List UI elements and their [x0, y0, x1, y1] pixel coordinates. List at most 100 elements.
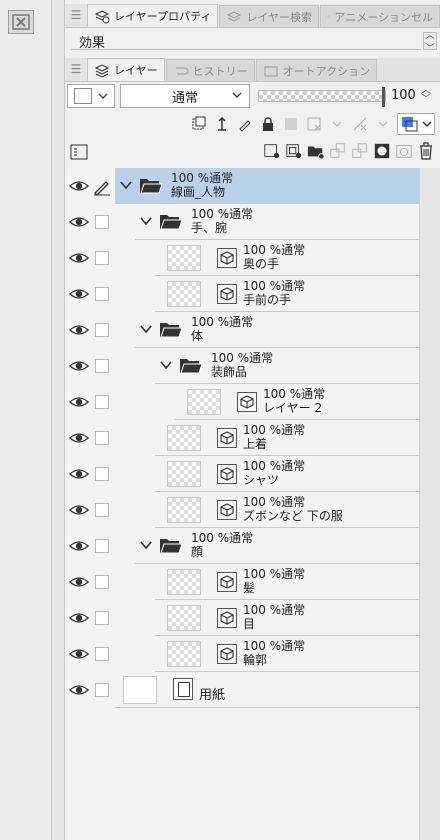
edit-target-checkbox[interactable]: [95, 323, 109, 337]
layer-content[interactable]: 100 %通常 輪郭: [155, 636, 419, 672]
opacity-spinner[interactable]: ︿ ﹀: [421, 86, 431, 105]
new-folder-icon[interactable]: [307, 142, 325, 160]
eye-icon[interactable]: [69, 645, 89, 663]
lock-transparent-icon[interactable]: [282, 115, 300, 133]
effect-row[interactable]: 効果 ︿ ﹀: [65, 30, 440, 54]
new-vector-layer-icon[interactable]: [285, 142, 303, 160]
tab-layer-property[interactable]: レイヤープロパティ: [87, 4, 219, 27]
panel-menu-icon[interactable]: ☰: [65, 57, 87, 81]
tab-animation-cel[interactable]: アニメーションセル: [320, 5, 440, 27]
layer-content[interactable]: 100 %通常 上着: [155, 420, 419, 456]
edit-target-checkbox[interactable]: [95, 287, 109, 301]
merge-below-icon[interactable]: [351, 142, 369, 160]
edit-target-checkbox[interactable]: [95, 539, 109, 553]
layer-content[interactable]: 100 %通常 線画_人物: [115, 168, 419, 204]
chevron-down-icon[interactable]: [374, 115, 392, 133]
chevron-down-icon[interactable]: [328, 115, 346, 133]
clip-below-icon[interactable]: [190, 115, 208, 133]
chevron-expand-icon[interactable]: ︿ ﹀: [423, 31, 437, 54]
eye-icon[interactable]: [69, 501, 89, 519]
draft-layer-icon[interactable]: [236, 115, 254, 133]
tab-layer-search[interactable]: レイヤー検索: [219, 5, 319, 27]
new-raster-layer-icon[interactable]: [263, 142, 281, 160]
eye-icon[interactable]: [69, 177, 89, 195]
ruler-range-icon[interactable]: [351, 115, 369, 133]
edit-target-checkbox[interactable]: [95, 215, 109, 229]
edit-target-checkbox[interactable]: [95, 575, 109, 589]
edit-target-checkbox[interactable]: [95, 359, 109, 373]
layer-row[interactable]: 100 %通常髪: [65, 564, 419, 600]
close-icon[interactable]: [8, 10, 34, 34]
layer-content[interactable]: 100 %通常 装飾品: [155, 348, 419, 384]
layer-content[interactable]: 100 %通常体: [135, 312, 419, 348]
chevron-down-icon[interactable]: [119, 178, 133, 192]
layer-row[interactable]: 100 %通常体: [65, 312, 419, 348]
layer-content[interactable]: 100 %通常 手前の手: [155, 276, 419, 312]
eye-icon[interactable]: [69, 321, 89, 339]
chevron-down-icon[interactable]: [139, 322, 153, 336]
layer-row[interactable]: 100 %通常 シャツ: [65, 456, 419, 492]
layer-content[interactable]: 100 %通常目: [155, 600, 419, 636]
layer-row[interactable]: 100 %通常 上着: [65, 420, 419, 456]
eye-icon[interactable]: [69, 429, 89, 447]
panel-menu-icon[interactable]: ☰: [65, 3, 87, 27]
layer-row[interactable]: 100 %通常 ズボンなど 下の服: [65, 492, 419, 528]
reference-layer-icon[interactable]: [213, 115, 231, 133]
edit-target-checkbox[interactable]: [95, 611, 109, 625]
eye-icon[interactable]: [69, 285, 89, 303]
layer-content[interactable]: 100 %通常 ズボンなど 下の服: [155, 492, 419, 528]
tab-auto-action[interactable]: オートアクション: [255, 59, 378, 81]
layer-content[interactable]: 100 %通常 シャツ: [155, 456, 419, 492]
layer-color-select[interactable]: [67, 84, 115, 108]
mask-enable-icon[interactable]: [305, 115, 323, 133]
layer-list-scrollbar[interactable]: [419, 168, 440, 840]
edit-target-checkbox[interactable]: [95, 431, 109, 445]
chevron-down-icon[interactable]: [139, 214, 153, 228]
blend-mode-select[interactable]: 通常: [120, 84, 250, 108]
mask-icon[interactable]: [373, 142, 391, 160]
layer-content[interactable]: 100 %通常顔: [135, 528, 419, 564]
chevron-down-icon[interactable]: [139, 538, 153, 552]
layer-row[interactable]: 100 %通常 レイヤー 2: [65, 384, 419, 420]
layer-content[interactable]: 100 %通常髪: [155, 564, 419, 600]
layer-row[interactable]: 100 %通常 奥の手: [65, 240, 419, 276]
eye-icon[interactable]: [69, 681, 89, 699]
edit-target-checkbox[interactable]: [95, 647, 109, 661]
edit-target-checkbox[interactable]: [95, 395, 109, 409]
layer-menu-icon[interactable]: [69, 142, 89, 165]
layer-content[interactable]: 100 %通常 手、腕: [135, 204, 419, 240]
eye-icon[interactable]: [69, 249, 89, 267]
edit-target-checkbox[interactable]: [95, 251, 109, 265]
layer-color-chip[interactable]: [397, 113, 435, 135]
edit-target-checkbox[interactable]: [95, 503, 109, 517]
layer-content[interactable]: 100 %通常 奥の手: [155, 240, 419, 276]
layer-row[interactable]: 100 %通常 装飾品: [65, 348, 419, 384]
eye-icon[interactable]: [69, 609, 89, 627]
layer-row[interactable]: 100 %通常 線画_人物: [65, 168, 419, 204]
eye-icon[interactable]: [69, 537, 89, 555]
layer-row[interactable]: 100 %通常顔: [65, 528, 419, 564]
eye-icon[interactable]: [69, 393, 89, 411]
pen-icon[interactable]: [92, 177, 112, 200]
opacity-handle[interactable]: [382, 87, 385, 107]
eye-icon[interactable]: [69, 213, 89, 231]
paper-layer-row[interactable]: 用紙: [65, 672, 419, 708]
lock-icon[interactable]: [259, 115, 277, 133]
eye-icon[interactable]: [69, 465, 89, 483]
transfer-below-icon[interactable]: [329, 142, 347, 160]
layer-row[interactable]: 100 %通常 輪郭: [65, 636, 419, 672]
eye-icon[interactable]: [69, 573, 89, 591]
tab-layer[interactable]: レイヤー: [87, 58, 165, 81]
layer-content[interactable]: 100 %通常 レイヤー 2: [175, 384, 419, 420]
layer-content[interactable]: 用紙: [115, 672, 419, 708]
layer-row[interactable]: 100 %通常 手、腕: [65, 204, 419, 240]
layer-row[interactable]: 100 %通常 手前の手: [65, 276, 419, 312]
edit-target-checkbox[interactable]: [95, 467, 109, 481]
layer-row[interactable]: 100 %通常目: [65, 600, 419, 636]
tab-history[interactable]: ヒストリー: [165, 59, 255, 81]
eye-icon[interactable]: [69, 357, 89, 375]
chevron-down-icon[interactable]: [159, 358, 173, 372]
trash-icon[interactable]: [417, 142, 435, 160]
apply-mask-icon[interactable]: [395, 142, 413, 160]
opacity-slider[interactable]: [258, 87, 386, 107]
